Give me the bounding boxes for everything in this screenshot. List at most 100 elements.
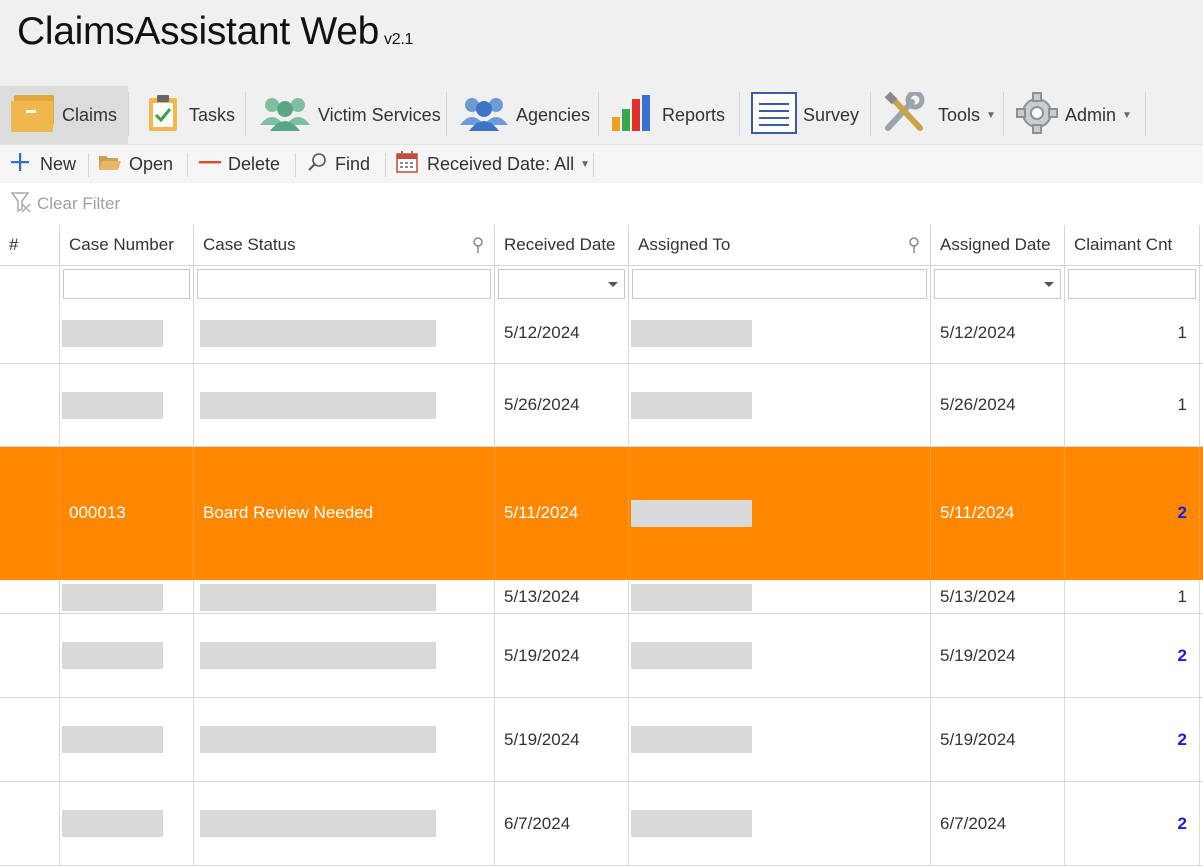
table-row[interactable]: 5/19/2024 5/19/2024 2 [0, 698, 1203, 782]
cell-received[interactable]: 5/12/2024 [495, 303, 629, 363]
nav-tools-label: Tools [938, 104, 981, 125]
table-row[interactable]: 6/7/2024 6/7/2024 2 [0, 782, 1203, 866]
table-row[interactable]: 000013 Board Review Needed 5/11/2024 5/11/2… [0, 447, 1203, 580]
cell-case-number[interactable]: 000013 [60, 447, 194, 579]
cell-assigned[interactable]: 5/26/2024 [931, 364, 1065, 446]
open-button[interactable]: Open [98, 145, 173, 183]
agencies-people-icon [458, 93, 510, 138]
nav-tools[interactable]: Tools ▼ [882, 86, 996, 144]
plus-icon [10, 152, 30, 177]
cell-received[interactable]: 5/26/2024 [495, 364, 629, 446]
cell-assigned[interactable]: 5/13/2024 [931, 580, 1065, 613]
survey-list-icon [751, 91, 797, 139]
open-folder-icon [98, 153, 122, 176]
cell-case-status[interactable] [194, 580, 495, 613]
calendar-icon [396, 150, 418, 178]
filter-bar: Clear Filter [0, 183, 1203, 226]
cell-assigned[interactable]: 5/19/2024 [931, 698, 1065, 781]
redacted-block [62, 810, 163, 837]
assigned-date-filter-input[interactable] [934, 269, 1061, 299]
claimant-count-filter-input[interactable] [1068, 269, 1196, 299]
cell-assigned[interactable]: 5/19/2024 [931, 614, 1065, 697]
cell-case-status[interactable] [194, 303, 495, 363]
cell-text: 2 [1177, 729, 1187, 749]
cell-received[interactable]: 6/7/2024 [495, 782, 629, 865]
cell-received[interactable]: 5/13/2024 [495, 580, 629, 613]
nav-agencies[interactable]: Agencies [458, 86, 590, 144]
new-button[interactable]: New [10, 145, 76, 183]
cell-case-number[interactable] [60, 782, 194, 865]
cell-assigned-to[interactable] [629, 447, 931, 579]
nav-reports[interactable]: Reports [610, 86, 725, 144]
nav-claims[interactable]: Claims [0, 86, 128, 144]
table-row[interactable]: 5/13/2024 5/13/2024 1 [0, 580, 1203, 614]
cell-index[interactable] [0, 698, 60, 781]
find-button[interactable]: Find [308, 145, 370, 183]
cell-received[interactable]: 5/19/2024 [495, 614, 629, 697]
case-number-filter-input[interactable] [63, 269, 190, 299]
cell-text: 2 [1177, 503, 1187, 522]
col-header-received-date[interactable]: Received Date [495, 225, 629, 265]
redacted-block [631, 584, 752, 611]
nav-admin[interactable]: Admin ▼ [1015, 86, 1132, 144]
case-status-filter-input[interactable] [197, 269, 491, 299]
assigned-to-filter-input[interactable] [632, 269, 927, 299]
cell-assigned[interactable]: 6/7/2024 [931, 782, 1065, 865]
cell-index[interactable] [0, 614, 60, 697]
cell-text: 6/7/2024 [504, 813, 571, 833]
cell-assigned[interactable]: 5/12/2024 [931, 303, 1065, 363]
cell-count[interactable]: 1 [1065, 303, 1200, 363]
table-row[interactable]: 5/12/2024 5/12/2024 1 [0, 303, 1203, 364]
col-header-assigned-date[interactable]: Assigned Date [931, 225, 1065, 265]
cell-index[interactable] [0, 303, 60, 363]
nav-survey[interactable]: Survey [751, 86, 859, 144]
cell-received[interactable]: 5/11/2024 [495, 447, 629, 579]
cell-index[interactable] [0, 447, 60, 579]
table-row[interactable]: 5/26/2024 5/26/2024 1 [0, 364, 1203, 447]
cell-case-status[interactable] [194, 698, 495, 781]
cell-assigned[interactable]: 5/11/2024 [931, 447, 1065, 579]
received-date-filter-input[interactable] [498, 269, 625, 299]
col-header-case-number[interactable]: Case Number [60, 225, 194, 265]
cell-case-number[interactable] [60, 698, 194, 781]
cell-index[interactable] [0, 782, 60, 865]
cell-assigned-to[interactable] [629, 698, 931, 781]
cell-count[interactable]: 1 [1065, 364, 1200, 446]
delete-button[interactable]: Delete [199, 145, 280, 183]
received-date-filter-dropdown[interactable]: Received Date: All ▼ [396, 145, 590, 183]
cell-assigned-to[interactable] [629, 782, 931, 865]
cell-case-status[interactable]: Board Review Needed [194, 447, 495, 579]
assigned-date-dropdown-arrow-icon[interactable] [1044, 282, 1054, 287]
cell-case-number[interactable] [60, 580, 194, 613]
cell-case-status[interactable] [194, 782, 495, 865]
cell-case-status[interactable] [194, 364, 495, 446]
col-header-assigned-to[interactable]: Assigned To [629, 225, 931, 265]
cell-index[interactable] [0, 580, 60, 613]
cell-case-status[interactable] [194, 614, 495, 697]
cell-count[interactable]: 1 [1065, 580, 1200, 613]
cell-received[interactable]: 5/19/2024 [495, 698, 629, 781]
table-row[interactable]: 5/19/2024 5/19/2024 2 [0, 614, 1203, 698]
col-header-claimant-count[interactable]: Claimant Cnt [1065, 225, 1200, 265]
cell-count[interactable]: 2 [1065, 447, 1200, 579]
cell-case-number[interactable] [60, 364, 194, 446]
cell-case-number[interactable] [60, 303, 194, 363]
cell-assigned-to[interactable] [629, 580, 931, 613]
cell-assigned-to[interactable] [629, 303, 931, 363]
nav-tasks[interactable]: Tasks [143, 86, 235, 144]
cell-count[interactable]: 2 [1065, 698, 1200, 781]
cell-case-number[interactable] [60, 614, 194, 697]
pin-icon[interactable] [472, 237, 484, 258]
cell-assigned-to[interactable] [629, 364, 931, 446]
nav-victim-services[interactable]: Victim Services [258, 86, 441, 144]
received-date-dropdown-arrow-icon[interactable] [608, 282, 618, 287]
cell-count[interactable]: 2 [1065, 614, 1200, 697]
col-header-case-status[interactable]: Case Status [194, 225, 495, 265]
cell-index[interactable] [0, 364, 60, 446]
cell-assigned-to[interactable] [629, 614, 931, 697]
cell-count[interactable]: 2 [1065, 782, 1200, 865]
col-header-index[interactable]: # [0, 225, 60, 265]
clear-filter-button[interactable]: Clear Filter [10, 191, 120, 217]
pin-icon[interactable] [908, 237, 920, 258]
nav-agencies-label: Agencies [516, 104, 591, 125]
